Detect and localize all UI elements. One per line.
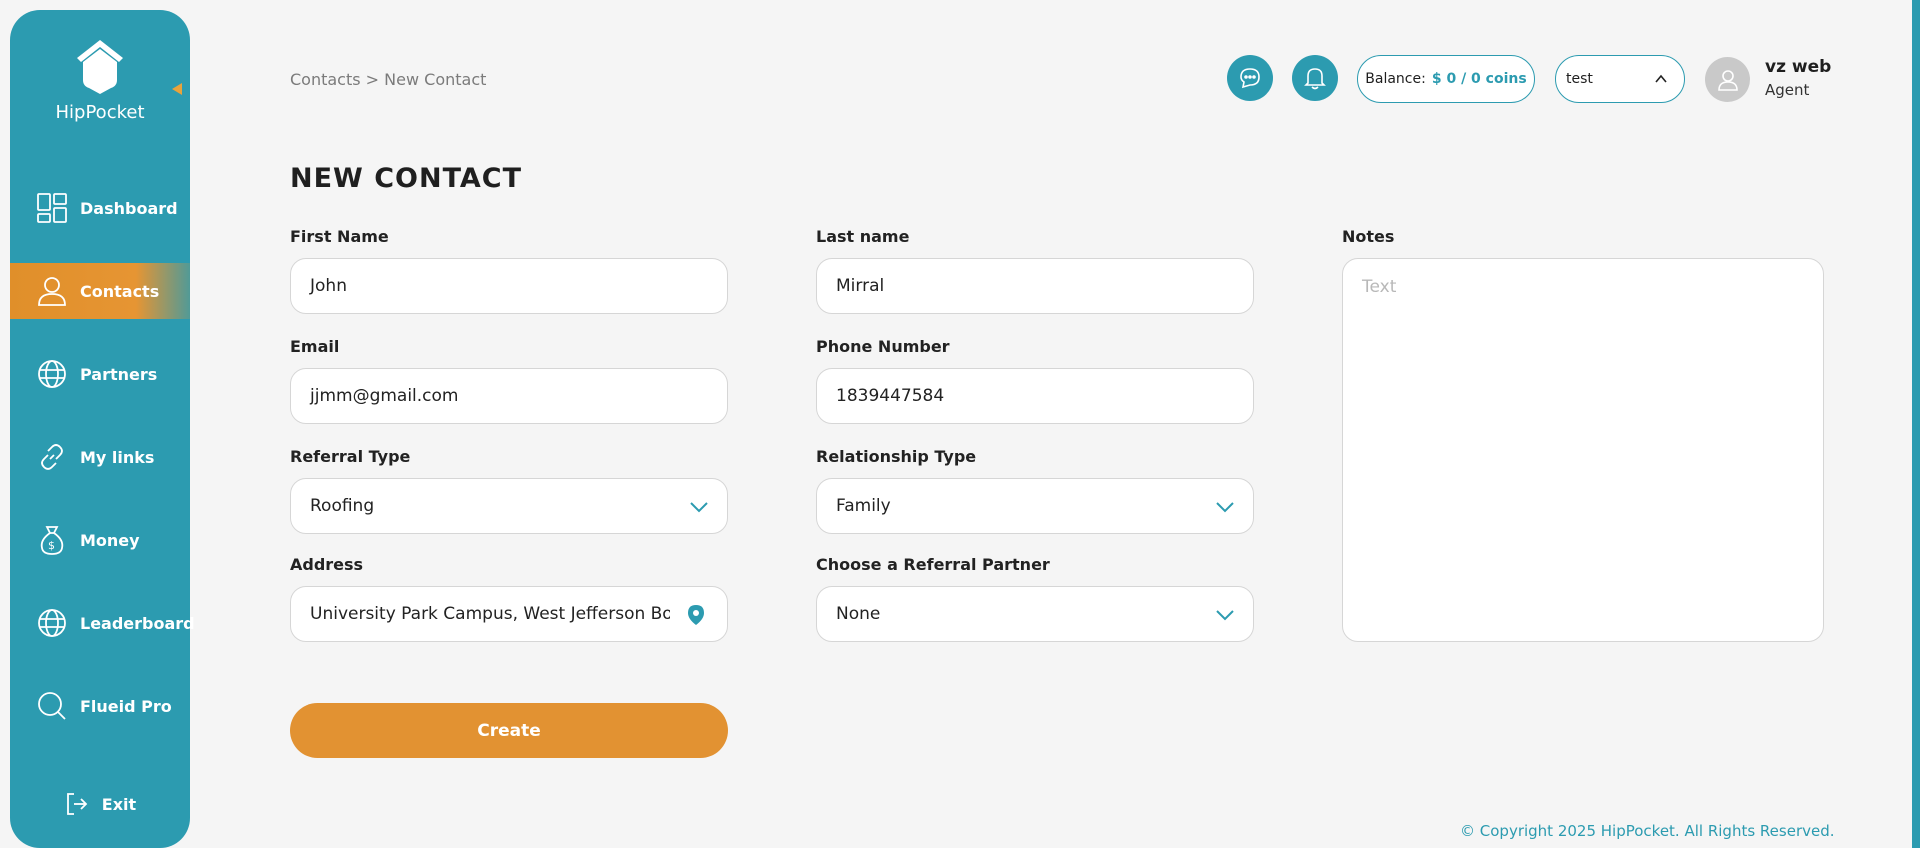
sidebar-item-leaderboard[interactable]: Leaderboard: [10, 595, 195, 651]
house-logo-icon: [77, 40, 123, 94]
workspace-select-value: test: [1566, 71, 1593, 87]
referral-type-label: Referral Type: [290, 447, 411, 466]
money-bag-icon: $: [40, 526, 64, 555]
sidebar-item-label: Partners: [80, 364, 158, 384]
first-name-label: First Name: [290, 227, 389, 246]
search-icon: [38, 692, 66, 720]
breadcrumb[interactable]: Contacts > New Contact: [290, 70, 486, 89]
exit-button[interactable]: Exit: [10, 784, 190, 824]
sidebar-item-label: Dashboard: [80, 198, 178, 218]
sidebar-item-label: My links: [80, 447, 155, 467]
sidebar-item-label: Contacts: [80, 281, 160, 301]
address-label: Address: [290, 555, 364, 574]
email-label: Email: [290, 337, 340, 356]
referral-partner-value: None: [836, 604, 881, 624]
user-role: Agent: [1765, 81, 1810, 99]
relationship-type-select[interactable]: Family: [816, 478, 1254, 534]
globe-icon: [38, 360, 66, 388]
sidebar-item-label: Leaderboard: [80, 613, 195, 633]
user-name: vz web: [1765, 57, 1832, 77]
exit-label: Exit: [101, 794, 137, 814]
right-edge-accent: [1912, 0, 1920, 848]
balance-indicator[interactable]: Balance: $ 0 / 0 coins: [1357, 55, 1535, 103]
brand-name: HipPocket: [55, 102, 145, 123]
sidebar-item-flueid-pro[interactable]: Flueid Pro: [10, 678, 190, 734]
dashboard-icon: [37, 193, 67, 223]
link-icon: [41, 444, 63, 470]
notes-textarea[interactable]: Text: [1342, 258, 1824, 642]
sidebar-item-label: Flueid Pro: [80, 696, 172, 716]
phone-input[interactable]: 1839447584: [816, 368, 1254, 424]
svg-text:$: $: [48, 539, 55, 552]
chevron-down-icon: [1216, 610, 1234, 621]
referral-partner-select[interactable]: None: [816, 586, 1254, 642]
chat-button[interactable]: [1227, 55, 1273, 101]
referral-type-select[interactable]: Roofing: [290, 478, 728, 534]
logout-icon: [66, 793, 88, 815]
email-input[interactable]: jjmm@gmail.com: [290, 368, 728, 424]
sidebar-item-partners[interactable]: Partners: [10, 346, 190, 402]
copyright: © Copyright 2025 HipPocket. All Rights R…: [1460, 822, 1835, 840]
globe-icon: [38, 609, 66, 637]
avatar[interactable]: [1705, 57, 1750, 102]
last-name-input[interactable]: Mirral: [816, 258, 1254, 314]
notifications-button[interactable]: [1292, 55, 1338, 101]
brand-logo[interactable]: HipPocket: [10, 38, 190, 123]
chat-icon: [1240, 68, 1260, 89]
address-input[interactable]: University Park Campus, West Jefferson B…: [290, 586, 728, 642]
sidebar-item-dashboard[interactable]: Dashboard: [10, 180, 190, 236]
person-icon: [38, 277, 66, 306]
relationship-type-value: Family: [836, 496, 891, 516]
relationship-type-label: Relationship Type: [816, 447, 977, 466]
first-name-input[interactable]: John: [290, 258, 728, 314]
balance-label: Balance:: [1365, 71, 1426, 87]
collapse-sidebar-toggle[interactable]: [172, 83, 182, 95]
sidebar-item-label: Money: [80, 530, 140, 550]
chevron-up-icon: [1655, 74, 1667, 83]
notes-label: Notes: [1342, 227, 1395, 246]
chevron-down-icon: [1216, 502, 1234, 513]
bell-icon: [1304, 68, 1326, 90]
sidebar-item-my-links[interactable]: My links: [10, 429, 190, 485]
chevron-down-icon: [690, 502, 708, 513]
last-name-label: Last name: [816, 227, 910, 246]
user-icon: [1717, 69, 1738, 91]
sidebar: HipPocket Dashboard Contacts Partners My…: [10, 10, 195, 848]
phone-label: Phone Number: [816, 337, 950, 356]
create-button[interactable]: Create: [290, 703, 728, 758]
map-pin-icon[interactable]: [687, 604, 705, 626]
workspace-select[interactable]: test: [1555, 55, 1685, 103]
sidebar-item-contacts[interactable]: Contacts: [10, 263, 190, 319]
balance-value: $ 0 / 0 coins: [1431, 71, 1527, 87]
page-title: NEW CONTACT: [290, 163, 523, 194]
address-value: University Park Campus, West Jefferson B…: [310, 604, 670, 624]
referral-type-value: Roofing: [310, 496, 375, 516]
sidebar-item-money[interactable]: $ Money: [10, 512, 190, 568]
referral-partner-label: Choose a Referral Partner: [816, 555, 1050, 574]
